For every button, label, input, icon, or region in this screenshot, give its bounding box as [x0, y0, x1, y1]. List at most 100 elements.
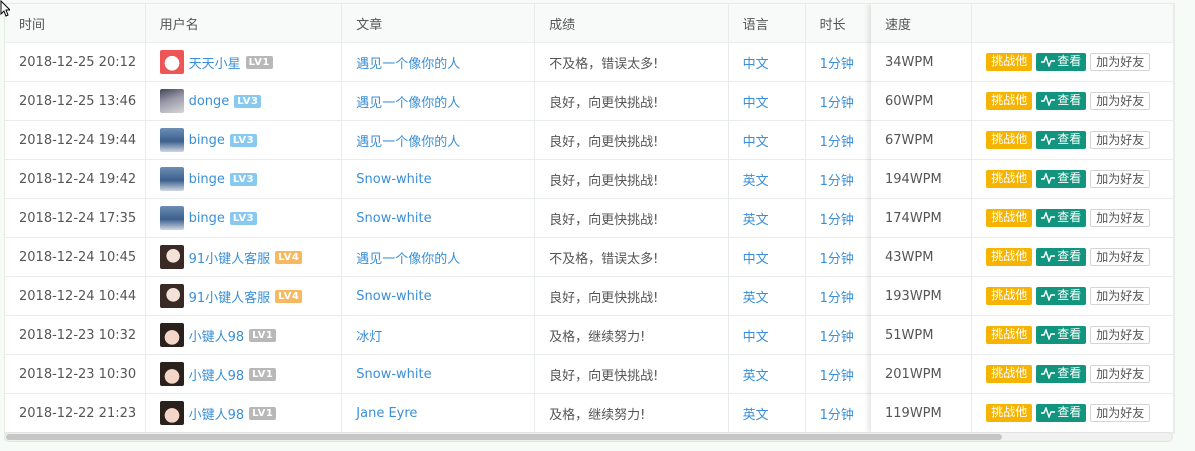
user-avatar[interactable]	[159, 167, 184, 191]
article-link[interactable]: Snow-white	[356, 367, 431, 382]
challenge-button[interactable]: 挑战他	[986, 248, 1033, 266]
view-button[interactable]: 查看	[1036, 365, 1087, 383]
cell-actions: 挑战他 查看 加为好友	[971, 393, 1174, 433]
challenge-button[interactable]: 挑战他	[986, 170, 1033, 188]
article-link[interactable]: 遇见一个像你的人	[356, 252, 460, 267]
duration-link[interactable]: 1分钟	[820, 96, 854, 111]
duration-link[interactable]: 1分钟	[820, 135, 854, 150]
challenge-button[interactable]: 挑战他	[986, 287, 1033, 305]
article-link[interactable]: Jane Eyre	[356, 406, 417, 421]
challenge-button[interactable]: 挑战他	[986, 131, 1033, 149]
username-link[interactable]: 91小键人客服	[189, 248, 271, 267]
username-link[interactable]: 小键人98	[189, 365, 245, 384]
duration-link[interactable]: 1分钟	[820, 369, 854, 384]
username-link[interactable]: binge	[189, 133, 225, 148]
cell-grade: 不及格，错误太多!	[534, 237, 729, 277]
view-button[interactable]: 查看	[1036, 53, 1087, 71]
cell-speed: 193WPM	[871, 276, 973, 316]
username-link[interactable]: binge	[189, 172, 225, 187]
user-avatar[interactable]	[159, 206, 184, 230]
view-button[interactable]: 查看	[1036, 92, 1087, 110]
language-link[interactable]: 中文	[743, 252, 769, 267]
language-link[interactable]: 英文	[743, 213, 769, 228]
language-link[interactable]: 英文	[743, 291, 769, 306]
user-avatar[interactable]	[159, 362, 184, 386]
add-friend-button[interactable]: 加为好友	[1090, 287, 1151, 305]
cell-user: binge LV3	[145, 159, 343, 199]
user-avatar[interactable]	[159, 245, 184, 269]
add-friend-button[interactable]: 加为好友	[1090, 404, 1151, 422]
cell-time: 2018-12-23 10:32	[5, 315, 146, 355]
duration-link[interactable]: 1分钟	[820, 57, 854, 72]
view-button[interactable]: 查看	[1036, 209, 1087, 227]
duration-link[interactable]: 1分钟	[820, 291, 854, 306]
article-link[interactable]: 遇见一个像你的人	[356, 135, 460, 150]
username-link[interactable]: 小键人98	[189, 404, 245, 423]
username-link[interactable]: donge	[189, 94, 230, 109]
add-friend-button[interactable]: 加为好友	[1090, 92, 1151, 110]
article-link[interactable]: Snow-white	[356, 289, 431, 304]
view-button-label: 查看	[1057, 132, 1082, 146]
cell-article: Snow-white	[341, 198, 536, 238]
view-button[interactable]: 查看	[1036, 248, 1087, 266]
add-friend-button[interactable]: 加为好友	[1090, 170, 1151, 188]
cell-grade: 良好，向更快挑战!	[534, 198, 729, 238]
add-friend-button[interactable]: 加为好友	[1090, 53, 1151, 71]
article-link[interactable]: Snow-white	[356, 172, 431, 187]
article-link[interactable]: 遇见一个像你的人	[356, 96, 460, 111]
username-link[interactable]: 小键人98	[189, 326, 245, 345]
view-button[interactable]: 查看	[1036, 326, 1087, 344]
challenge-button[interactable]: 挑战他	[986, 92, 1033, 110]
add-friend-button[interactable]: 加为好友	[1090, 131, 1151, 149]
level-badge: LV1	[249, 406, 277, 420]
username-link[interactable]: 91小键人客服	[189, 287, 271, 306]
add-friend-button[interactable]: 加为好友	[1090, 326, 1151, 344]
view-button[interactable]: 查看	[1036, 404, 1087, 422]
duration-link[interactable]: 1分钟	[820, 252, 854, 267]
user-avatar[interactable]	[159, 323, 184, 347]
cell-language: 英文	[728, 159, 806, 199]
fixed-table-row: 174WPM 挑战他 查看 加为好友	[871, 198, 1174, 238]
duration-link[interactable]: 1分钟	[820, 330, 854, 345]
language-link[interactable]: 英文	[743, 174, 769, 189]
article-link[interactable]: 遇见一个像你的人	[356, 57, 460, 72]
view-button[interactable]: 查看	[1036, 170, 1087, 188]
article-link[interactable]: Snow-white	[356, 211, 431, 226]
article-link[interactable]: 冰灯	[356, 330, 382, 345]
language-link[interactable]: 中文	[743, 57, 769, 72]
username-link[interactable]: binge	[189, 211, 225, 226]
header-actions	[971, 4, 1174, 43]
cell-language: 中文	[728, 237, 806, 277]
fixed-right-table: 速度 34WPM 挑战他 查看 加为好友 60WPM 挑战他 查看 加为好友 67WPM 挑战他查…	[871, 4, 1174, 433]
user-avatar[interactable]	[159, 401, 184, 425]
view-button[interactable]: 查看	[1036, 131, 1087, 149]
cell-language: 英文	[728, 276, 806, 316]
duration-link[interactable]: 1分钟	[820, 213, 854, 228]
user-avatar[interactable]	[159, 89, 184, 113]
challenge-button[interactable]: 挑战他	[986, 404, 1033, 422]
language-link[interactable]: 英文	[743, 369, 769, 384]
language-link[interactable]: 英文	[743, 408, 769, 423]
add-friend-button[interactable]: 加为好友	[1090, 209, 1151, 227]
challenge-button[interactable]: 挑战他	[986, 209, 1033, 227]
user-avatar[interactable]	[159, 284, 184, 308]
duration-link[interactable]: 1分钟	[820, 408, 854, 423]
username-link[interactable]: 天天小星	[189, 53, 241, 72]
cell-actions: 挑战他 查看 加为好友	[971, 237, 1174, 277]
challenge-button[interactable]: 挑战他	[986, 365, 1033, 383]
language-link[interactable]: 中文	[743, 330, 769, 345]
user-avatar[interactable]	[159, 50, 184, 74]
challenge-button[interactable]: 挑战他	[986, 53, 1033, 71]
view-button-label: 查看	[1057, 288, 1082, 302]
duration-link[interactable]: 1分钟	[820, 174, 854, 189]
user-avatar[interactable]	[159, 128, 184, 152]
language-link[interactable]: 中文	[743, 96, 769, 111]
language-link[interactable]: 中文	[743, 135, 769, 150]
add-friend-button[interactable]: 加为好友	[1090, 248, 1151, 266]
scrollbar-thumb[interactable]	[6, 434, 1002, 440]
add-friend-button[interactable]: 加为好友	[1090, 365, 1151, 383]
horizontal-scrollbar[interactable]	[4, 432, 1173, 442]
view-button[interactable]: 查看	[1036, 287, 1087, 305]
pulse-icon	[1041, 54, 1056, 69]
challenge-button[interactable]: 挑战他	[986, 326, 1033, 344]
